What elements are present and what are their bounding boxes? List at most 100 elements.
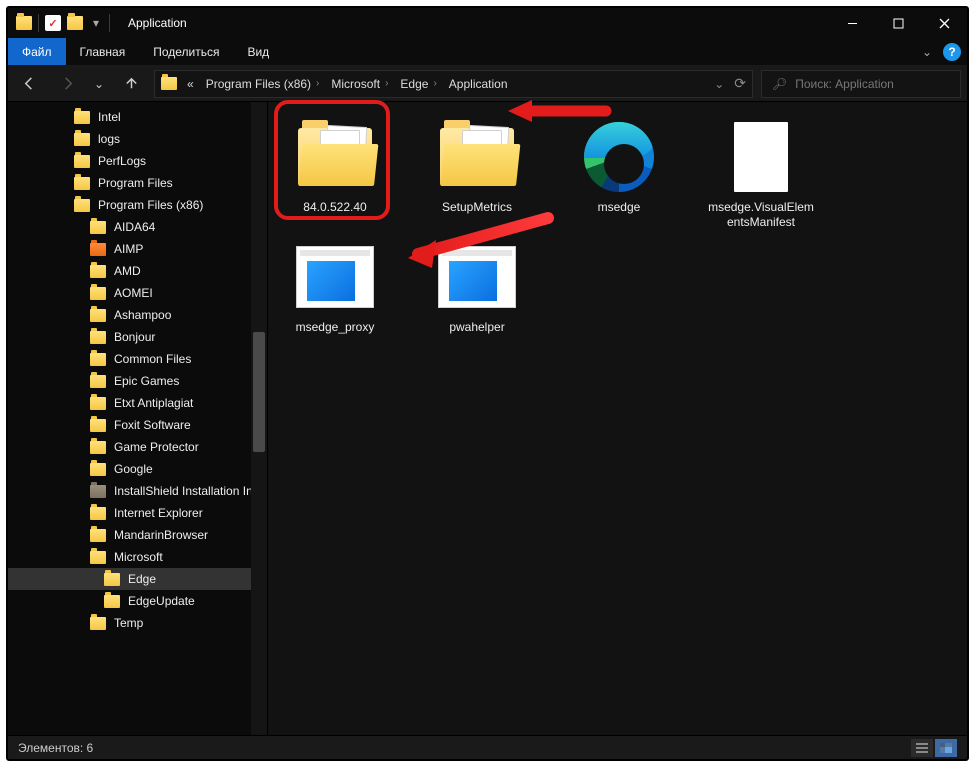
folder-icon xyxy=(74,133,90,146)
tree-item[interactable]: PerfLogs xyxy=(8,150,267,172)
qat-dropdown-icon[interactable]: ▾ xyxy=(89,16,103,30)
help-button[interactable]: ? xyxy=(943,43,961,61)
search-placeholder: Поиск: Application xyxy=(795,77,894,91)
status-bar: Элементов: 6 xyxy=(8,735,967,759)
tree-item[interactable]: logs xyxy=(8,128,267,150)
tree-item-label: logs xyxy=(98,132,120,146)
tree-item-label: PerfLogs xyxy=(98,154,146,168)
file-item-label: msedge_proxy xyxy=(296,320,375,335)
address-bar[interactable]: « Program Files (x86)› Microsoft› Edge› … xyxy=(154,70,753,98)
window-title: Application xyxy=(128,16,187,30)
tree-item[interactable]: Internet Explorer xyxy=(8,502,267,524)
file-item[interactable]: SetupMetrics xyxy=(422,120,532,230)
file-item[interactable]: pwahelper xyxy=(422,240,532,335)
tab-share[interactable]: Поделиться xyxy=(139,38,233,65)
open-folder-icon[interactable] xyxy=(67,16,83,30)
folder-icon xyxy=(74,199,90,212)
back-button[interactable] xyxy=(14,70,44,98)
navigation-tree[interactable]: Intel logs PerfLogs Program Files Program Fi… xyxy=(8,102,268,735)
tree-item[interactable]: AOMEI xyxy=(8,282,267,304)
window-controls xyxy=(829,8,967,38)
folder-icon xyxy=(161,77,177,90)
folder-icon xyxy=(90,265,106,278)
tree-item[interactable]: Temp xyxy=(8,612,267,634)
folder-icon xyxy=(74,177,90,190)
tree-item-label: Etxt Antiplagiat xyxy=(114,396,193,410)
folder-icon xyxy=(90,287,106,300)
search-icon: 🔍︎ xyxy=(772,77,787,91)
properties-icon[interactable]: ✓ xyxy=(45,15,61,31)
file-item[interactable]: 84.0.522.40 xyxy=(280,120,390,230)
history-dropdown-icon[interactable]: ⌄ xyxy=(714,77,724,91)
tab-home[interactable]: Главная xyxy=(66,38,140,65)
folder-icon xyxy=(90,243,106,256)
file-item-label: msedge.VisualElementsManifest xyxy=(706,200,816,230)
tree-item-label: Intel xyxy=(98,110,121,124)
breadcrumb-segment[interactable]: Edge› xyxy=(396,71,440,97)
tree-item[interactable]: Foxit Software xyxy=(8,414,267,436)
file-item[interactable]: msedge_proxy xyxy=(280,240,390,335)
view-large-icons-button[interactable] xyxy=(935,739,957,757)
scrollbar-thumb[interactable] xyxy=(253,332,265,452)
tree-item-label: Bonjour xyxy=(114,330,155,344)
tree-item-label: AMD xyxy=(114,264,141,278)
up-button[interactable] xyxy=(116,70,146,98)
tree-item[interactable]: Etxt Antiplagiat xyxy=(8,392,267,414)
file-item[interactable]: msedge.VisualElementsManifest xyxy=(706,120,816,230)
tree-item[interactable]: Common Files xyxy=(8,348,267,370)
breadcrumb-segment[interactable]: Application xyxy=(445,71,512,97)
navigation-bar: ⌄ « Program Files (x86)› Microsoft› Edge… xyxy=(8,66,967,102)
tree-item-label: Program Files (x86) xyxy=(98,198,203,212)
tree-item-label: InstallShield Installation Informat xyxy=(114,484,267,498)
tree-item[interactable]: Program Files (x86) xyxy=(8,194,267,216)
scrollbar-track[interactable] xyxy=(251,102,267,735)
tree-item-label: Google xyxy=(114,462,153,476)
quick-access-toolbar: ✓ ▾ xyxy=(8,14,118,32)
folder-icon xyxy=(104,573,120,586)
tree-item[interactable]: Intel xyxy=(8,106,267,128)
tree-item[interactable]: AIDA64 xyxy=(8,216,267,238)
tree-item[interactable]: Ashampoo xyxy=(8,304,267,326)
file-item[interactable]: msedge xyxy=(564,120,674,230)
breadcrumb-prefix[interactable]: « xyxy=(183,71,198,97)
tree-item[interactable]: Epic Games xyxy=(8,370,267,392)
forward-button[interactable] xyxy=(52,70,82,98)
file-item-label: 84.0.522.40 xyxy=(303,200,366,215)
view-details-button[interactable] xyxy=(911,739,933,757)
edge-browser-icon xyxy=(584,122,654,192)
tree-item[interactable]: Microsoft xyxy=(8,546,267,568)
tree-item[interactable]: MandarinBrowser xyxy=(8,524,267,546)
file-list[interactable]: 84.0.522.40 SetupMetrics msedge msedge.Visu… xyxy=(268,102,967,735)
refresh-icon[interactable]: ⟳ xyxy=(734,75,746,92)
folder-icon xyxy=(90,441,106,454)
tree-item[interactable]: InstallShield Installation Informat xyxy=(8,480,267,502)
folder-icon xyxy=(90,529,106,542)
folder-icon xyxy=(90,507,106,520)
tree-item[interactable]: Game Protector xyxy=(8,436,267,458)
ribbon-expand-icon[interactable]: ⌄ xyxy=(913,38,941,65)
breadcrumb-segment[interactable]: Microsoft› xyxy=(327,71,392,97)
maximize-button[interactable] xyxy=(875,8,921,38)
tree-item[interactable]: EdgeUpdate xyxy=(8,590,267,612)
breadcrumb-segment[interactable]: Program Files (x86)› xyxy=(202,71,324,97)
folder-icon xyxy=(74,111,90,124)
folder-icon xyxy=(90,331,106,344)
tree-item-label: Foxit Software xyxy=(114,418,191,432)
close-button[interactable] xyxy=(921,8,967,38)
tree-item[interactable]: AIMP xyxy=(8,238,267,260)
tree-item-label: EdgeUpdate xyxy=(128,594,195,608)
tree-item[interactable]: Edge xyxy=(8,568,267,590)
tab-view[interactable]: Вид xyxy=(233,38,283,65)
recent-locations-icon[interactable]: ⌄ xyxy=(90,70,108,98)
tree-item[interactable]: Program Files xyxy=(8,172,267,194)
tab-file[interactable]: Файл xyxy=(8,38,66,65)
search-input[interactable]: 🔍︎ Поиск: Application xyxy=(761,70,961,98)
tree-item[interactable]: Google xyxy=(8,458,267,480)
file-item-label: msedge xyxy=(598,200,641,215)
tree-item[interactable]: Bonjour xyxy=(8,326,267,348)
tree-item[interactable]: AMD xyxy=(8,260,267,282)
application-icon xyxy=(438,246,516,308)
folder-icon xyxy=(90,463,106,476)
tree-item-label: Common Files xyxy=(114,352,191,366)
minimize-button[interactable] xyxy=(829,8,875,38)
